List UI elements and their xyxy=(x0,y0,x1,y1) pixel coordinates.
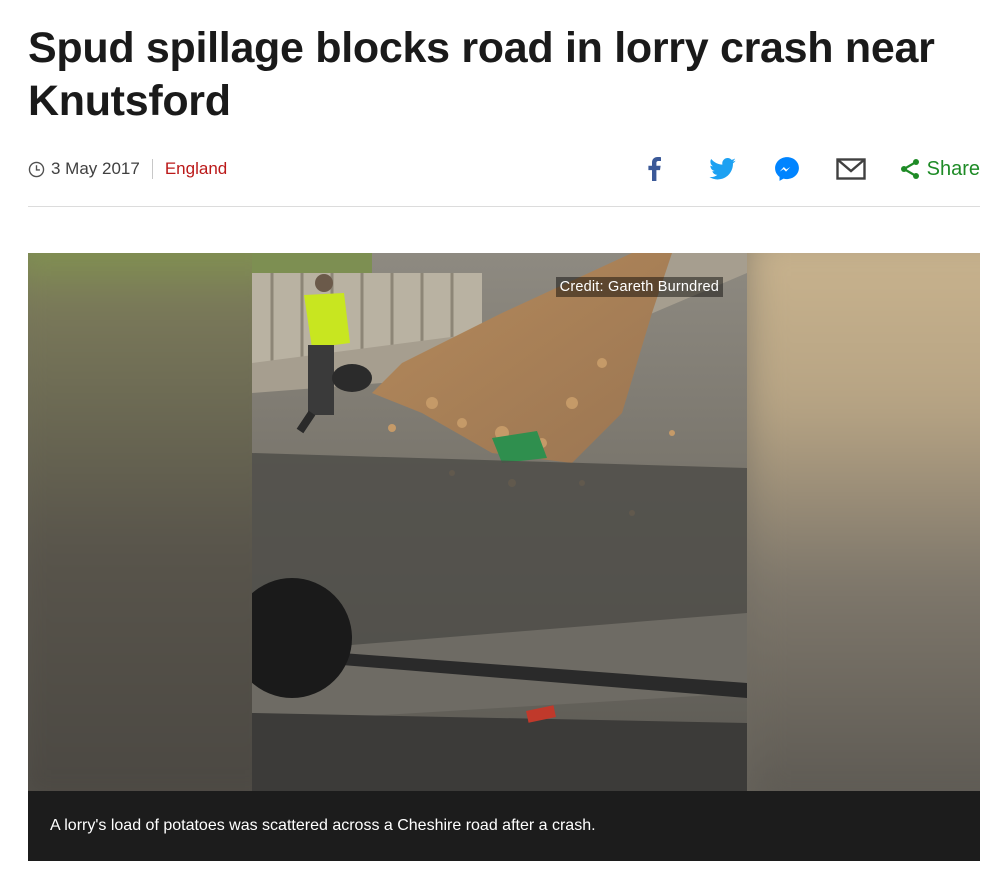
share-label: Share xyxy=(926,157,980,180)
article-headline: Spud spillage blocks road in lorry crash… xyxy=(28,24,935,125)
share-icon xyxy=(900,159,919,179)
photo-credit: Credit: Gareth Burndred xyxy=(555,277,723,297)
email-share-button[interactable] xyxy=(835,158,867,180)
twitter-icon xyxy=(709,158,736,180)
date-text: 3 May 2017 xyxy=(51,159,140,178)
share-tools: Share xyxy=(645,156,980,182)
messenger-icon xyxy=(774,157,799,181)
video-frame[interactable]: Credit: Gareth Burndred xyxy=(252,253,747,791)
share-button[interactable]: Share xyxy=(899,158,980,181)
messenger-share-button[interactable] xyxy=(773,156,801,182)
twitter-share-button[interactable] xyxy=(709,158,737,180)
email-icon xyxy=(835,158,866,180)
article-meta: 3 May 2017 England Share xyxy=(28,152,980,186)
header-divider xyxy=(28,206,980,207)
video-still-road-scene xyxy=(252,253,747,791)
facebook-share-button[interactable] xyxy=(645,157,665,181)
section-link-england[interactable]: England xyxy=(165,159,227,179)
article-date: 3 May 2017 xyxy=(28,159,140,179)
media-player[interactable]: Credit: Gareth Burndred xyxy=(28,253,980,791)
facebook-icon xyxy=(648,157,662,181)
media-caption: A lorry's load of potatoes was scattered… xyxy=(28,791,980,861)
clock-icon xyxy=(28,161,45,177)
meta-divider xyxy=(151,159,153,179)
